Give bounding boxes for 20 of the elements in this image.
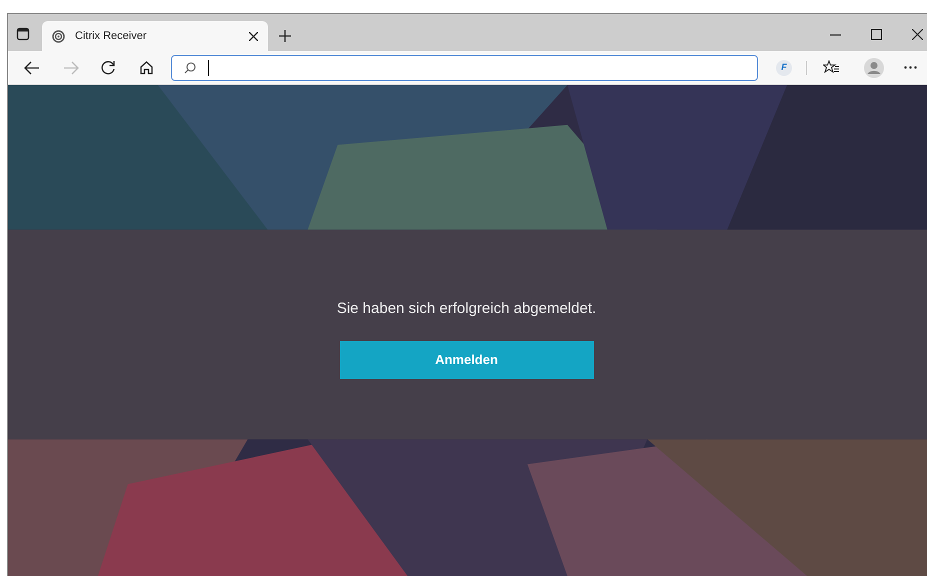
- site-favicon-icon: [52, 30, 65, 42]
- tab-title: Citrix Receiver: [75, 28, 148, 44]
- new-tab-icon[interactable]: [278, 29, 292, 43]
- signed-out-message: Sie haben sich erfolgreich abgemeldet.: [336, 299, 596, 319]
- more-icon[interactable]: [904, 66, 917, 69]
- favorites-icon[interactable]: [823, 60, 840, 75]
- profile-avatar-icon[interactable]: [864, 58, 884, 78]
- refresh-icon[interactable]: [101, 60, 116, 75]
- extension-icon[interactable]: F: [776, 60, 792, 76]
- maximize-icon[interactable]: [871, 29, 882, 40]
- sign-in-button[interactable]: Anmelden: [340, 340, 594, 378]
- browser-tab[interactable]: Citrix Receiver: [42, 21, 268, 51]
- home-icon[interactable]: [139, 60, 154, 75]
- search-icon: [184, 62, 196, 74]
- close-tab-icon[interactable]: [249, 32, 258, 40]
- close-icon[interactable]: [912, 29, 923, 40]
- address-field[interactable]: [171, 54, 758, 80]
- text-cursor: [208, 60, 209, 76]
- tab-actions-icon[interactable]: [16, 27, 30, 41]
- back-icon[interactable]: [24, 60, 40, 74]
